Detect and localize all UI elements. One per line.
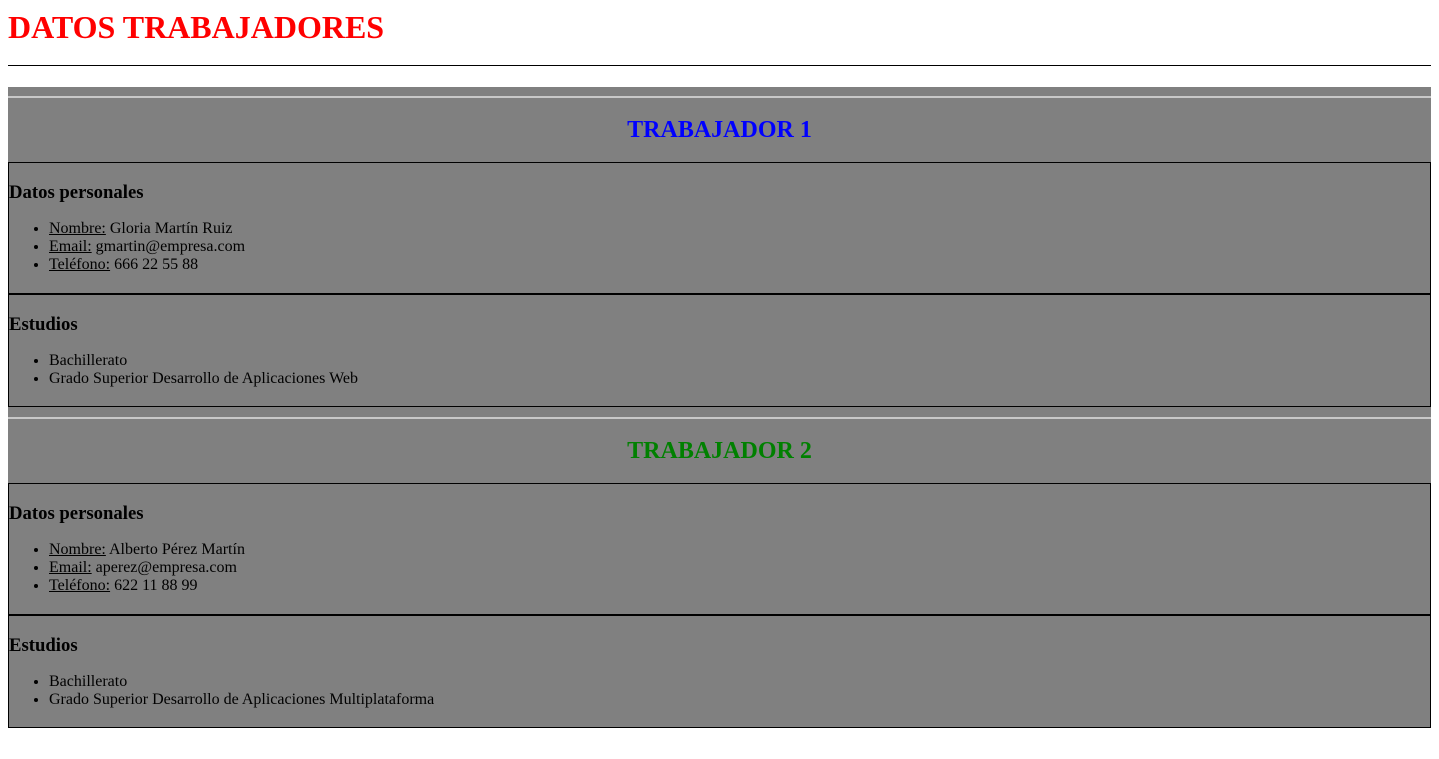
worker-2-studies: Estudios Bachillerato Grado Superior Des… [8, 615, 1431, 728]
list-item-study: Grado Superior Desarrollo de Aplicacione… [49, 691, 1430, 709]
worker-1-heading: TRABAJADOR 1 [8, 96, 1431, 162]
name-label: Nombre: [49, 220, 106, 237]
worker-2-heading: TRABAJADOR 2 [8, 417, 1431, 483]
list-item-name: Nombre: Alberto Pérez Martín [49, 541, 1430, 559]
personal-data-title: Datos personales [9, 503, 144, 524]
studies-list: Bachillerato Grado Superior Desarrollo d… [9, 352, 1430, 405]
personal-data-list: Nombre: Gloria Martín Ruiz Email: gmarti… [9, 220, 1430, 291]
worker-2-personal-data: Datos personales Nombre: Alberto Pérez M… [8, 483, 1431, 615]
page: DATOS TRABAJADORES TRABAJADOR 1 Datos pe… [0, 0, 1439, 728]
worker-1: TRABAJADOR 1 Datos personales Nombre: Gl… [8, 96, 1431, 407]
email-value: aperez@empresa.com [91, 559, 237, 576]
list-item-study: Bachillerato [49, 352, 1430, 370]
list-item-name: Nombre: Gloria Martín Ruiz [49, 220, 1430, 238]
email-label: Email: [49, 559, 92, 576]
email-value: gmartin@empresa.com [91, 238, 246, 255]
personal-data-title: Datos personales [9, 182, 144, 203]
phone-value: 622 11 88 99 [110, 577, 198, 594]
name-value: Alberto Pérez Martín [105, 541, 245, 558]
list-item-study: Bachillerato [49, 673, 1430, 691]
personal-data-list: Nombre: Alberto Pérez Martín Email: aper… [9, 541, 1430, 612]
list-item-study: Grado Superior Desarrollo de Aplicacione… [49, 370, 1430, 388]
name-value: Gloria Martín Ruiz [105, 220, 233, 237]
studies-list: Bachillerato Grado Superior Desarrollo d… [9, 673, 1430, 726]
phone-label: Teléfono: [49, 577, 111, 594]
studies-title: Estudios [9, 314, 78, 335]
list-item-phone: Teléfono: 622 11 88 99 [49, 577, 1430, 595]
studies-title: Estudios [9, 635, 78, 656]
worker-2: TRABAJADOR 2 Datos personales Nombre: Al… [8, 417, 1431, 728]
worker-1-studies: Estudios Bachillerato Grado Superior Des… [8, 294, 1431, 407]
list-item-email: Email: gmartin@empresa.com [49, 238, 1430, 256]
phone-value: 666 22 55 88 [110, 256, 199, 273]
workers-table: TRABAJADOR 1 Datos personales Nombre: Gl… [8, 87, 1431, 728]
list-item-email: Email: aperez@empresa.com [49, 559, 1430, 577]
list-item-phone: Teléfono: 666 22 55 88 [49, 256, 1430, 274]
phone-label: Teléfono: [49, 256, 111, 273]
worker-1-personal-data: Datos personales Nombre: Gloria Martín R… [8, 162, 1431, 294]
name-label: Nombre: [49, 541, 106, 558]
page-title: DATOS TRABAJADORES [8, 9, 385, 45]
horizontal-divider [8, 65, 1431, 66]
email-label: Email: [49, 238, 92, 255]
